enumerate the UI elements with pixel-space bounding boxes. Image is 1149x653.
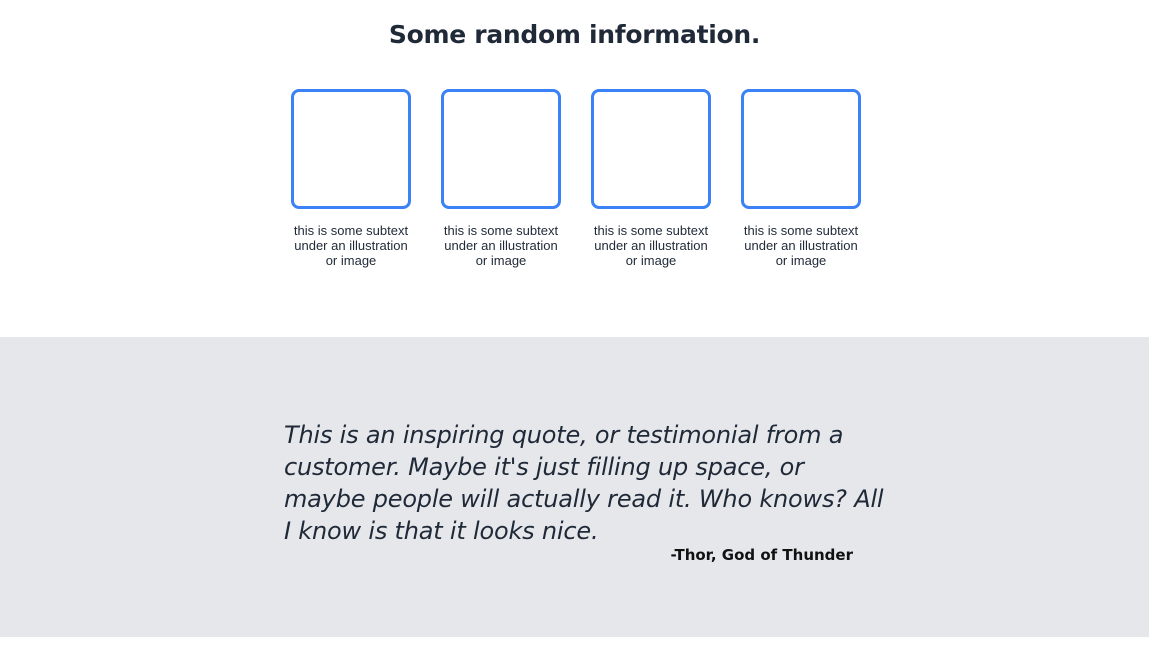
- illustration-placeholder: [441, 89, 561, 209]
- illustration-placeholder: [741, 89, 861, 209]
- illustration-card: this is some subtext under an illustrati…: [591, 89, 711, 268]
- testimonial-section: This is an inspiring quote, or testimoni…: [0, 337, 1149, 637]
- illustration-caption: this is some subtext under an illustrati…: [293, 223, 409, 268]
- illustration-caption: this is some subtext under an illustrati…: [593, 223, 709, 268]
- illustration-placeholder: [591, 89, 711, 209]
- info-title: Some random information.: [388, 20, 761, 49]
- illustration-placeholder: [291, 89, 411, 209]
- testimonial-author: -Thor, God of Thunder: [670, 546, 853, 564]
- illustration-card: this is some subtext under an illustrati…: [291, 89, 411, 268]
- illustration-caption: this is some subtext under an illustrati…: [743, 223, 859, 268]
- info-section: Some random information. this is some su…: [0, 0, 1149, 337]
- illustration-caption: this is some subtext under an illustrati…: [443, 223, 559, 268]
- illustration-cards: this is some subtext under an illustrati…: [291, 89, 861, 268]
- testimonial-quote: This is an inspiring quote, or testimoni…: [284, 421, 884, 545]
- illustration-card: this is some subtext under an illustrati…: [741, 89, 861, 268]
- illustration-card: this is some subtext under an illustrati…: [441, 89, 561, 268]
- page-footer-space: [0, 637, 1149, 653]
